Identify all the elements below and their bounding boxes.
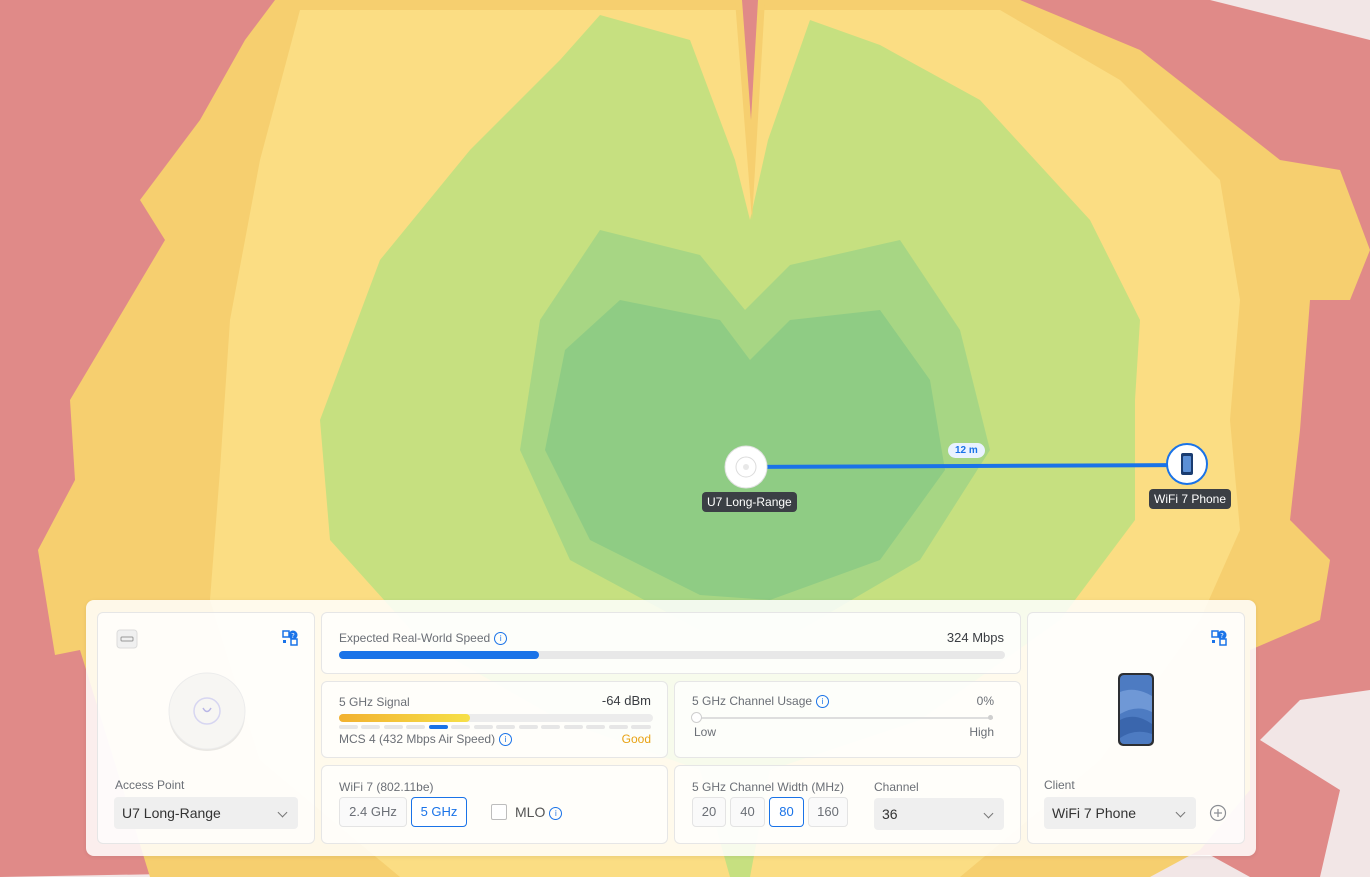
mcs-label: MCS 4 (432 Mbps Air Speed) i [339,732,513,747]
signal-value: -64 dBm [601,693,651,708]
ap-label: U7 Long-Range [702,492,797,512]
channel-width-label: 5 GHz Channel Width (MHz) [692,780,845,794]
client-value: WiFi 7 Phone [1052,805,1137,821]
usage-high-label: High [969,725,994,739]
chevron-down-icon [983,808,994,819]
info-icon[interactable]: i [816,695,830,709]
client-label: WiFi 7 Phone [1149,489,1232,509]
width-160-button[interactable]: 160 [808,797,848,827]
bottom-panel: ? Access Point U7 Long-Range Expected Re… [86,600,1256,856]
speed-bar [339,651,1005,659]
usage-label: 5 GHz Channel Usage i [692,694,830,709]
client-label: Client [1044,778,1075,792]
signal-label: 5 GHz Signal [339,695,410,709]
mlo-checkbox[interactable] [491,804,507,820]
signal-meter [339,714,653,729]
chevron-down-icon [1175,807,1186,818]
ap-node[interactable] [724,445,768,489]
client-node[interactable] [1166,443,1208,485]
wifi-band-card: WiFi 7 (802.11be) 2.4 GHz 5 GHz MLO i [321,765,668,844]
usage-slider-track[interactable] [697,717,993,719]
device-badge-icon [116,629,138,649]
access-point-value: U7 Long-Range [122,805,221,821]
channel-select[interactable]: 36 [874,798,1004,830]
access-point-label: Access Point [115,778,185,792]
channel-label: Channel [874,780,919,794]
signal-quality: Good [621,732,651,746]
speed-label: Expected Real-World Speed i [339,631,508,646]
info-icon[interactable]: i [499,733,513,747]
svg-text:?: ? [291,632,295,640]
mlo-label: MLO i [515,804,563,820]
distance-line [745,463,1187,469]
speed-card: Expected Real-World Speed i 324 Mbps [321,612,1021,674]
band-2-4ghz-button[interactable]: 2.4 GHz [339,797,407,827]
usage-low-label: Low [694,725,717,739]
channel-width-card: 5 GHz Channel Width (MHz) 20 40 80 160 C… [674,765,1021,844]
qr-help-icon[interactable]: ? [282,630,298,646]
wifi-standard-label: WiFi 7 (802.11be) [339,780,434,794]
chevron-down-icon [277,807,288,818]
signal-card: 5 GHz Signal -64 dBm MCS 4 (432 Mbps Air… [321,681,668,758]
usage-value: 0% [976,694,994,708]
width-80-button[interactable]: 80 [769,797,804,827]
band-5ghz-button[interactable]: 5 GHz [411,797,467,827]
access-point-select[interactable]: U7 Long-Range [114,797,298,829]
width-20-button[interactable]: 20 [692,797,726,827]
channel-value: 36 [882,806,898,822]
distance-badge: 12 m [948,443,985,458]
speed-bar-fill [339,651,539,659]
access-point-image [168,672,246,751]
client-card: ? Client WiFi 7 Phone [1027,612,1245,844]
phone-image [1118,673,1154,746]
speed-value: 324 Mbps [946,630,1004,645]
svg-text:?: ? [1220,632,1224,640]
plus-circle-icon[interactable] [1209,804,1227,822]
info-icon[interactable]: i [494,632,508,646]
qr-help-icon[interactable]: ? [1211,630,1227,646]
usage-slider-handle[interactable] [691,712,702,723]
access-point-card: ? Access Point U7 Long-Range [97,612,315,844]
client-select[interactable]: WiFi 7 Phone [1044,797,1196,829]
channel-usage-card: 5 GHz Channel Usage i 0% Low High [674,681,1021,758]
usage-slider-end [988,715,993,720]
width-40-button[interactable]: 40 [730,797,765,827]
info-icon[interactable]: i [549,806,563,820]
